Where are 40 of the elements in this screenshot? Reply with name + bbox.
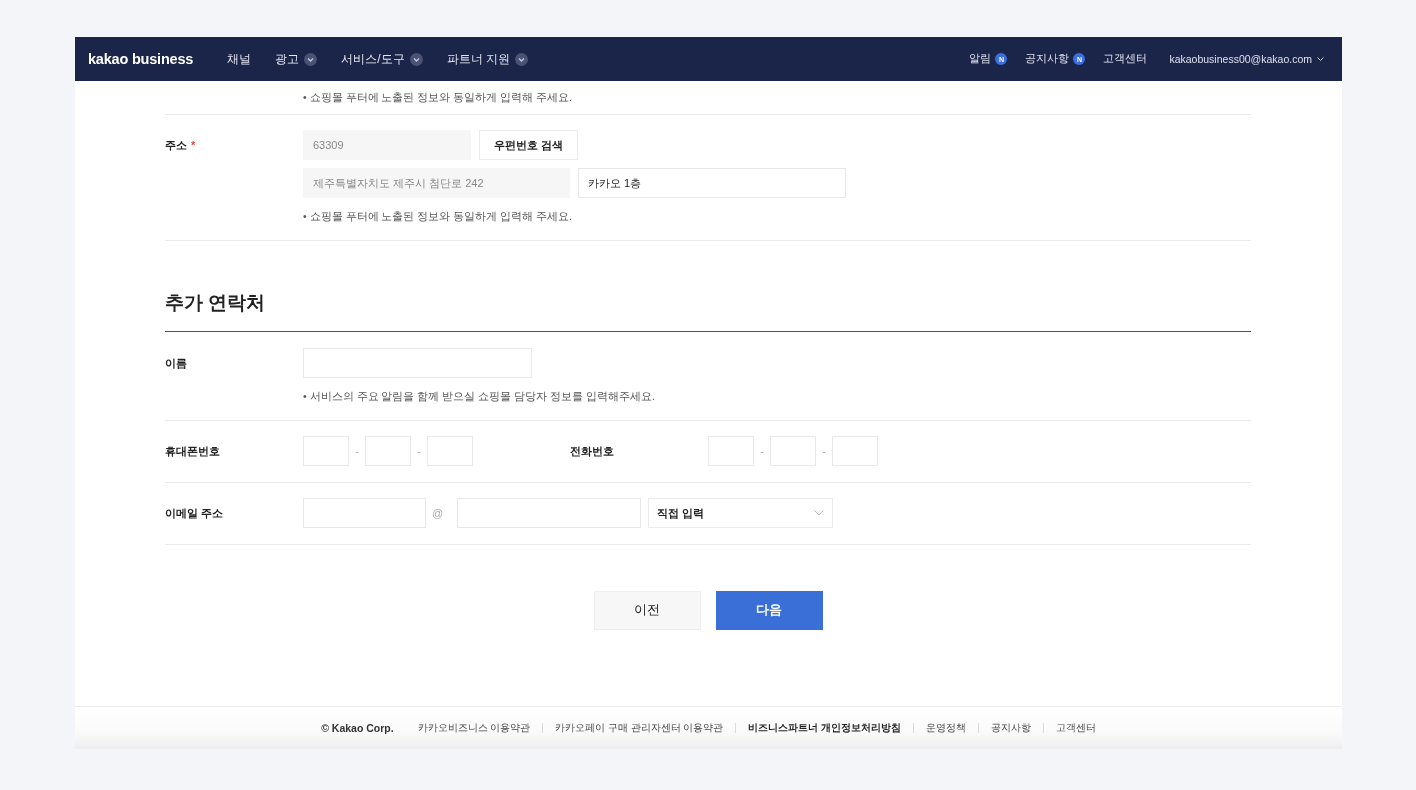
separator-text: - — [354, 445, 360, 457]
separator-text: - — [416, 445, 422, 457]
footer-link[interactable]: 비즈니스파트너 개인정보처리방침 — [748, 721, 901, 735]
section-title: 추가 연락처 — [165, 291, 267, 315]
input-field[interactable]: 제주특별자치도 제주시 첨단로 242 — [303, 168, 570, 198]
hint-text: • 서비스의 주요 알림을 함께 받으실 쇼핑몰 담당자 정보를 입력해주세요. — [303, 390, 655, 404]
separator-text: - — [821, 445, 827, 457]
hint-text: • 쇼핑몰 푸터에 노출된 정보와 동일하게 입력해 주세요. — [303, 90, 572, 105]
chevron-down-icon — [409, 52, 423, 66]
account-menu[interactable]: kakaobusiness00@kakao.com — [1169, 53, 1324, 65]
at-sign-text: @ — [430, 507, 445, 519]
footer-link[interactable]: 고객센터 — [1055, 721, 1096, 735]
field-label: 주소 — [165, 137, 187, 153]
footer-link[interactable]: 공지사항 — [990, 721, 1031, 735]
required-mark: * — [191, 139, 196, 151]
chevron-down-icon — [1317, 56, 1324, 62]
footer-link[interactable]: 카카오페이 구매 관리자센터 이용약관 — [555, 721, 724, 735]
chevron-down-icon — [304, 52, 318, 66]
chevron-down-icon — [814, 510, 824, 516]
chevron-down-icon — [514, 52, 528, 66]
separator-text: - — [759, 445, 765, 457]
nav-menu-item[interactable]: 채널 — [227, 50, 252, 68]
next-button[interactable]: 다음 — [715, 591, 823, 630]
postcode-search-button[interactable]: 우편번호 검색 — [479, 130, 579, 160]
field-label: 휴대폰번호 — [165, 443, 220, 459]
hint-text: • 쇼핑몰 푸터에 노출된 정보와 동일하게 입력해 주세요. — [303, 210, 573, 224]
copyright-text: © Kakao Corp. — [321, 722, 394, 734]
previous-button[interactable]: 이전 — [593, 591, 701, 630]
footer-link[interactable]: 운영정책 — [925, 721, 966, 735]
footer-link[interactable]: 카카오비즈니스 이용약관 — [417, 721, 531, 735]
nav-menu-item[interactable]: 광고 — [275, 50, 318, 68]
field-label: 전화번호 — [570, 443, 614, 459]
field-label: 이름 — [165, 355, 187, 371]
kakao-business-logo[interactable]: kakao business — [88, 51, 194, 67]
nav-menu-item[interactable]: 파트너 지원 — [446, 50, 528, 68]
input-field[interactable]: 카카오 1층 — [578, 168, 846, 198]
email-domain-select[interactable]: 직접 입력 — [648, 498, 833, 528]
field-label: 이메일 주소 — [165, 505, 224, 521]
nav-menu-item[interactable]: 서비스/도구 — [341, 50, 423, 68]
header-link[interactable]: 고객센터 — [1103, 52, 1148, 66]
